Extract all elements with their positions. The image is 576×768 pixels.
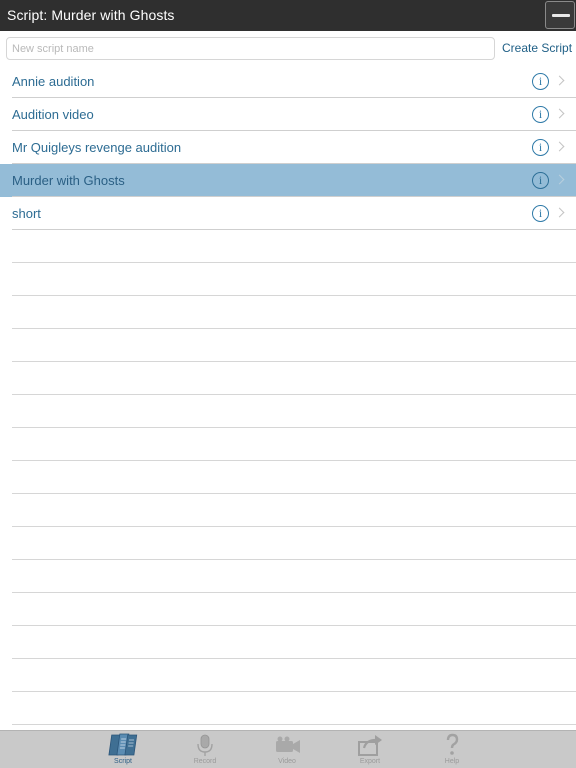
- empty-row: [0, 263, 576, 296]
- script-list: Annie audition i Audition video i Mr Qui…: [0, 65, 576, 725]
- list-item-selected[interactable]: Murder with Ghosts i: [0, 164, 576, 197]
- empty-row: [0, 428, 576, 461]
- info-icon[interactable]: i: [532, 205, 549, 222]
- tab-label: Script: [114, 758, 132, 765]
- title-bar: Script: Murder with Ghosts: [0, 0, 576, 31]
- list-item[interactable]: Audition video i: [0, 98, 576, 131]
- info-icon[interactable]: i: [532, 73, 549, 90]
- empty-row: [0, 527, 576, 560]
- tab-label: Video: [278, 758, 296, 765]
- empty-row: [0, 362, 576, 395]
- page-title: Script: Murder with Ghosts: [7, 7, 175, 23]
- minus-icon: [552, 14, 570, 17]
- chevron-right-icon: [554, 75, 565, 86]
- tab-help[interactable]: Help: [422, 731, 482, 768]
- empty-row: [0, 692, 576, 725]
- tab-label: Help: [444, 758, 460, 765]
- empty-row: [0, 560, 576, 593]
- script-name: Murder with Ghosts: [12, 173, 125, 188]
- list-item[interactable]: Mr Quigleys revenge audition i: [0, 131, 576, 164]
- empty-row: [0, 395, 576, 428]
- chevron-right-icon: [554, 207, 565, 218]
- script-name: Mr Quigleys revenge audition: [12, 140, 182, 155]
- tab-record[interactable]: Record: [175, 731, 235, 768]
- help-icon: [446, 733, 459, 755]
- chevron-right-icon: [554, 141, 565, 152]
- video-camera-icon: [276, 736, 300, 753]
- list-item[interactable]: Annie audition i: [0, 65, 576, 98]
- create-script-button[interactable]: Create Script: [502, 41, 572, 55]
- microphone-icon: [197, 734, 213, 756]
- menu-button[interactable]: [545, 1, 575, 29]
- tab-script[interactable]: Script: [93, 731, 153, 768]
- script-icon: [108, 733, 138, 756]
- tab-label: Export: [359, 758, 381, 765]
- empty-row: [0, 626, 576, 659]
- tab-label: Record: [193, 758, 217, 765]
- info-icon[interactable]: i: [532, 172, 549, 189]
- script-name: short: [12, 206, 41, 221]
- script-name: Annie audition: [12, 74, 95, 89]
- empty-row: [0, 296, 576, 329]
- empty-row: [0, 461, 576, 494]
- chevron-right-icon: [554, 174, 565, 185]
- new-script-row: Create Script: [0, 31, 576, 65]
- info-icon[interactable]: i: [532, 139, 549, 156]
- new-script-name-input[interactable]: [6, 37, 495, 60]
- empty-row: [0, 659, 576, 692]
- export-icon: [358, 735, 382, 756]
- chevron-right-icon: [554, 108, 565, 119]
- empty-row: [0, 329, 576, 362]
- list-item[interactable]: short i: [0, 197, 576, 230]
- tab-bar: Script Record Video Export Help: [0, 730, 576, 768]
- tab-export[interactable]: Export: [340, 731, 400, 768]
- script-name: Audition video: [12, 107, 94, 122]
- empty-row: [0, 593, 576, 626]
- empty-row: [0, 494, 576, 527]
- info-icon[interactable]: i: [532, 106, 549, 123]
- empty-row: [0, 230, 576, 263]
- tab-video[interactable]: Video: [257, 731, 317, 768]
